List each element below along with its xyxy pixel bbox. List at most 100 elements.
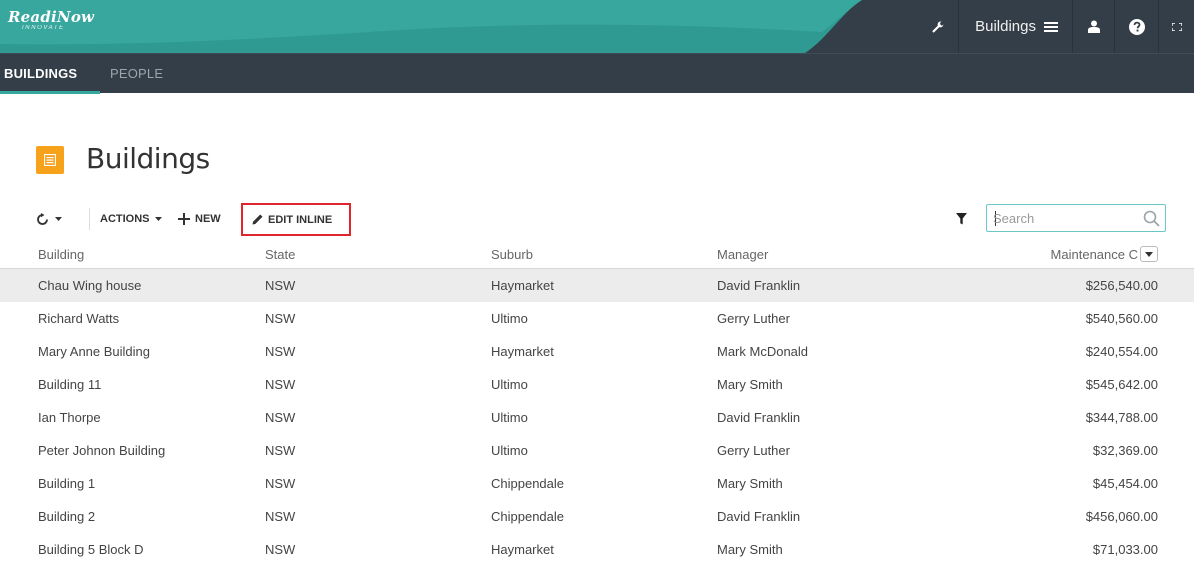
cell-building: Mary Anne Building xyxy=(38,344,151,359)
search-box[interactable] xyxy=(986,204,1166,232)
tab-buildings[interactable]: BUILDINGS xyxy=(0,54,100,94)
cell-state: NSW xyxy=(265,311,296,326)
column-header-maintenance-label: Maintenance C xyxy=(1050,246,1138,262)
cell-manager: Mary Smith xyxy=(717,377,783,392)
search-icon[interactable] xyxy=(1143,210,1160,227)
buildings-grid: Building State Suburb Manager Maintenanc… xyxy=(0,240,1194,566)
edit-inline-button[interactable]: EDIT INLINE xyxy=(241,203,351,236)
wrench-button[interactable] xyxy=(918,0,958,53)
tab-people[interactable]: PEOPLE xyxy=(110,54,163,94)
table-row[interactable]: Chau Wing house NSW Haymarket David Frankli… xyxy=(0,269,1194,302)
logo-tagline: INNOVATE xyxy=(22,25,65,31)
report-toolbar: ACTIONS NEW EDIT INLINE xyxy=(36,203,1166,236)
cell-maintenance-cost: $540,560.00 xyxy=(1085,311,1158,326)
cell-manager: Mark McDonald xyxy=(717,344,809,359)
cell-maintenance-cost: $240,554.00 xyxy=(1085,344,1158,359)
nav-menu-label: Buildings xyxy=(975,18,1036,35)
cell-manager: Gerry Luther xyxy=(717,311,790,326)
plus-icon xyxy=(178,213,190,225)
nav-menu-button[interactable]: Buildings xyxy=(958,0,1072,53)
report-icon xyxy=(36,146,64,174)
grid-header: Building State Suburb Manager Maintenanc… xyxy=(0,240,1194,269)
help-icon xyxy=(1128,18,1145,35)
cell-building: Ian Thorpe xyxy=(38,410,101,425)
column-menu-dropdown[interactable] xyxy=(1140,246,1158,262)
filter-button[interactable] xyxy=(956,212,967,230)
cell-maintenance-cost: $32,369.00 xyxy=(1092,443,1158,458)
grid-body: Chau Wing house NSW Haymarket David Frankli… xyxy=(0,269,1194,566)
cell-manager: David Franklin xyxy=(717,278,801,293)
cell-manager: Mary Smith xyxy=(717,542,783,557)
refresh-button[interactable] xyxy=(36,208,62,230)
edit-inline-label: EDIT INLINE xyxy=(268,213,333,226)
app-header: ReadiNow INNOVATE Buildings xyxy=(0,0,1194,53)
cell-suburb: Haymarket xyxy=(491,278,554,293)
fullscreen-icon xyxy=(1171,22,1182,31)
cell-state: NSW xyxy=(265,542,296,557)
cell-state: NSW xyxy=(265,443,296,458)
table-row[interactable]: Building 2 NSW Chippendale David Franklin $4… xyxy=(0,500,1194,533)
column-header-manager[interactable]: Manager xyxy=(717,240,768,268)
column-header-state[interactable]: State xyxy=(265,240,295,268)
pencil-icon xyxy=(252,214,263,225)
column-header-suburb[interactable]: Suburb xyxy=(491,240,533,268)
cell-suburb: Ultimo xyxy=(491,410,528,425)
column-header-maintenance-cost[interactable]: Maintenance C xyxy=(1051,240,1158,268)
cell-state: NSW xyxy=(265,278,296,293)
fullscreen-button[interactable] xyxy=(1158,0,1194,53)
chevron-down-icon xyxy=(55,217,62,221)
table-row[interactable]: Richard Watts NSW Ultimo Gerry Luther $540,5… xyxy=(0,302,1194,335)
refresh-icon xyxy=(37,212,48,225)
cell-state: NSW xyxy=(265,377,296,392)
cell-suburb: Ultimo xyxy=(491,377,528,392)
cell-building: Building 11 xyxy=(38,377,102,392)
table-row[interactable]: Building 1 NSW Chippendale Mary Smith $45,45… xyxy=(0,467,1194,500)
table-row[interactable]: Mary Anne Building NSW Haymarket Mark McDon… xyxy=(0,335,1194,368)
actions-button[interactable]: ACTIONS xyxy=(100,208,162,230)
cell-suburb: Haymarket xyxy=(491,344,554,359)
cell-state: NSW xyxy=(265,476,296,491)
cell-state: NSW xyxy=(265,509,296,524)
cell-building: Chau Wing house xyxy=(38,278,142,293)
help-button[interactable] xyxy=(1114,0,1158,53)
column-header-building[interactable]: Building xyxy=(38,240,84,268)
table-row[interactable]: Building 11 NSW Ultimo Mary Smith $545,642.0… xyxy=(0,368,1194,401)
user-icon xyxy=(1087,20,1100,33)
cell-suburb: Ultimo xyxy=(491,443,528,458)
table-row[interactable]: Peter Johnon Building NSW Ultimo Gerry Luth… xyxy=(0,434,1194,467)
cell-suburb: Haymarket xyxy=(491,542,554,557)
new-label: NEW xyxy=(195,213,221,225)
cell-maintenance-cost: $344,788.00 xyxy=(1085,410,1158,425)
toolbar-divider xyxy=(89,208,90,230)
search-input[interactable] xyxy=(993,208,1133,228)
table-row[interactable]: Ian Thorpe NSW Ultimo David Franklin $344,78… xyxy=(0,401,1194,434)
cell-maintenance-cost: $256,540.00 xyxy=(1085,278,1158,293)
cell-state: NSW xyxy=(265,344,296,359)
cell-maintenance-cost: $545,642.00 xyxy=(1085,377,1158,392)
actions-label: ACTIONS xyxy=(100,213,150,225)
user-button[interactable] xyxy=(1072,0,1114,53)
cell-suburb: Ultimo xyxy=(491,311,528,326)
nav-tabs: BUILDINGS PEOPLE xyxy=(0,53,1194,94)
cell-maintenance-cost: $71,033.00 xyxy=(1092,542,1158,557)
cell-suburb: Chippendale xyxy=(491,509,565,524)
table-row[interactable]: Building 5 Block D NSW Haymarket Mary Smith… xyxy=(0,533,1194,566)
cell-state: NSW xyxy=(265,410,296,425)
cell-building: Peter Johnon Building xyxy=(38,443,166,458)
cell-building: Building 5 Block D xyxy=(38,542,144,557)
cell-manager: David Franklin xyxy=(717,509,801,524)
cell-maintenance-cost: $45,454.00 xyxy=(1092,476,1158,491)
cell-suburb: Chippendale xyxy=(491,476,565,491)
new-button[interactable]: NEW xyxy=(178,208,221,230)
header-tools: Buildings xyxy=(918,0,1194,53)
logo-wordmark: ReadiNow xyxy=(8,8,95,26)
chevron-down-icon xyxy=(154,217,162,221)
hamburger-icon xyxy=(1044,22,1058,32)
wrench-icon xyxy=(932,21,944,32)
readinow-logo[interactable]: ReadiNow INNOVATE xyxy=(8,8,94,31)
cell-building: Building 2 xyxy=(38,509,96,524)
cell-building: Building 1 xyxy=(38,476,96,491)
cell-maintenance-cost: $456,060.00 xyxy=(1085,509,1158,524)
cell-manager: Gerry Luther xyxy=(717,443,790,458)
cell-manager: Mary Smith xyxy=(717,476,783,491)
